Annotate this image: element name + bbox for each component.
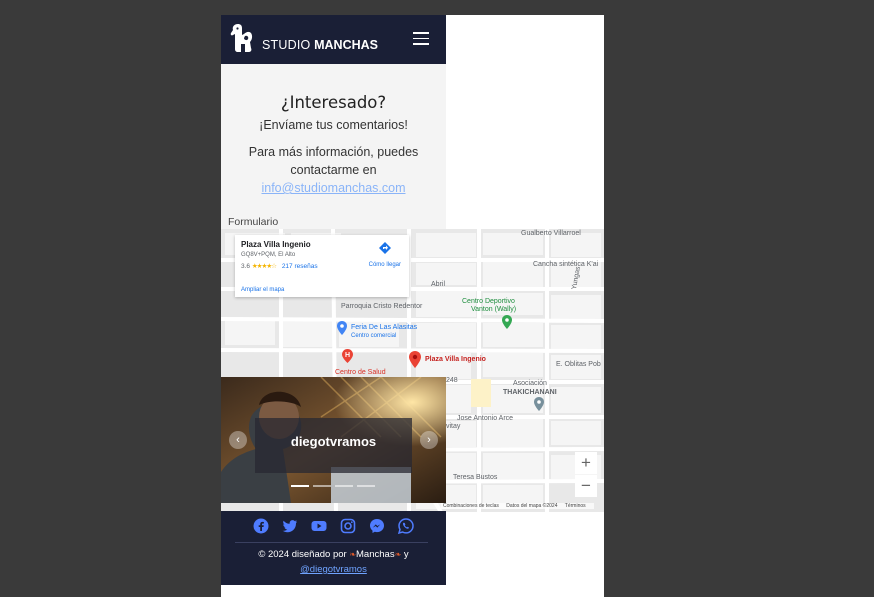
street-label: E. Oblitas Pob: [556, 361, 601, 368]
site-footer: © 2024 diseñado por ❧Manchas❧ y @diegotv…: [221, 511, 446, 585]
street-label: vitay: [446, 423, 461, 430]
paw-icon: ❧: [349, 550, 357, 559]
hamburger-menu-icon[interactable]: [413, 32, 429, 46]
facebook-icon[interactable]: [253, 518, 269, 534]
carousel-caption: diegotvramos: [290, 434, 377, 449]
reviews-link[interactable]: 217 reseñas: [282, 263, 318, 270]
brand-light: STUDIO: [262, 38, 315, 52]
directions-label: Cómo llegar: [368, 262, 401, 268]
carousel-indicator[interactable]: [335, 485, 353, 487]
place-info-card: Plaza Villa Ingenio GQ8V+PQM, El Alto 3.…: [235, 235, 409, 297]
carousel-indicators: [291, 485, 375, 487]
terms-link[interactable]: Términos: [565, 503, 586, 509]
email-link[interactable]: info@studiomanchas.com: [261, 179, 405, 197]
street-label: Gualberto Villarroel: [521, 230, 581, 237]
contact-subtitle: ¡Envíame tus comentarios!: [259, 118, 408, 132]
poi-label: Feria De Las Alasitas: [351, 324, 418, 331]
poi-label: Centro de Salud: [335, 369, 386, 376]
keyboard-shortcuts-link[interactable]: Combinaciones de teclas: [443, 503, 499, 509]
brand-bold: MANCHAS: [314, 38, 378, 52]
form-label: Formulario: [228, 216, 279, 228]
svg-text:H: H: [345, 352, 350, 359]
carousel-prev-button[interactable]: ‹: [229, 431, 247, 449]
directions-icon: [378, 242, 391, 254]
directions-button[interactable]: Cómo llegar: [369, 241, 401, 268]
contact-title: ¿Interesado?: [280, 93, 387, 112]
carousel-caption-box: diegotvramos: [255, 418, 412, 473]
street-label: Teresa Bustos: [453, 474, 498, 481]
browser-viewport: Gualberto Villarroel Cancha sintética K'…: [221, 15, 604, 597]
whatsapp-icon[interactable]: [398, 518, 414, 534]
image-carousel[interactable]: diegotvramos ‹ ›: [221, 377, 446, 503]
place-pin-icon[interactable]: [534, 397, 544, 411]
contact-info-text: Para más información, puedes contactarme…: [248, 145, 419, 177]
hospital-pin-icon[interactable]: H: [342, 349, 353, 363]
rating-stars-icon: ★★★★☆: [251, 263, 277, 270]
contact-info: Para más información, puedes contactarme…: [221, 143, 446, 197]
poi-label: Centro Deportivo: [462, 298, 515, 305]
enlarge-map-link[interactable]: Ampliar el mapa: [241, 287, 284, 293]
poi-label: Parroquia Cristo Redentor: [341, 303, 423, 310]
poi-label: Vanton (Wally): [471, 306, 517, 313]
street-label: 248: [446, 377, 458, 384]
instagram-icon[interactable]: [340, 518, 356, 534]
map-data-label: Datos del mapa ©2024: [506, 503, 558, 509]
place-label: Plaza Villa Ingenio: [425, 356, 486, 363]
youtube-icon[interactable]: [311, 518, 327, 534]
credit-brand: Manchas: [356, 549, 395, 560]
street-label: Jose Antonio Arce: [457, 415, 514, 422]
poi-label: Cancha sintética K'ai: [533, 261, 599, 268]
zoom-in-button[interactable]: +: [575, 452, 597, 474]
credit-and: y: [403, 549, 409, 560]
carousel-indicator[interactable]: [313, 485, 331, 487]
poi-label: Asociación: [513, 380, 547, 387]
footer-divider: [235, 542, 428, 543]
shopping-pin-icon[interactable]: [337, 321, 347, 335]
zoom-out-button[interactable]: −: [575, 475, 597, 497]
rating-value: 3.6: [241, 263, 251, 270]
brand-name[interactable]: STUDIO MANCHAS: [262, 38, 378, 52]
credit-prefix: © 2024 diseñado por: [258, 549, 347, 560]
dog-logo-icon[interactable]: [230, 22, 256, 54]
footer-credit: © 2024 diseñado por ❧Manchas❧ y @diegotv…: [221, 547, 446, 577]
paw-icon: ❧: [394, 550, 402, 559]
street-label: Abril: [431, 281, 446, 288]
carousel-indicator[interactable]: [357, 485, 375, 487]
social-links: [253, 518, 414, 534]
poi-label: THAKICHANANI: [503, 389, 557, 396]
site-header: STUDIO MANCHAS: [221, 15, 446, 64]
author-link[interactable]: @diegotvramos: [300, 564, 367, 575]
map-attribution: Combinaciones de teclas Datos del mapa ©…: [441, 503, 594, 509]
carousel-next-button[interactable]: ›: [420, 431, 438, 449]
twitter-icon[interactable]: [282, 518, 298, 534]
park-pin-icon[interactable]: [502, 315, 512, 329]
carousel-indicator[interactable]: [291, 485, 309, 487]
messenger-icon[interactable]: [369, 518, 385, 534]
contact-section: ¿Interesado? ¡Envíame tus comentarios! P…: [221, 64, 446, 229]
poi-sublabel: Centro comercial: [351, 333, 397, 339]
location-pin-icon[interactable]: [409, 351, 421, 368]
